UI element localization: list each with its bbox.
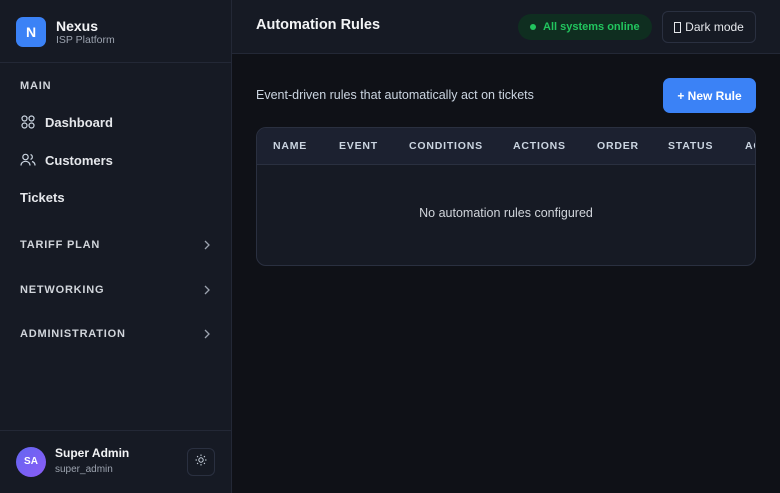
sun-icon bbox=[195, 453, 207, 471]
column-header-actions-truncated[interactable]: AC bbox=[745, 140, 755, 152]
column-header-conditions[interactable]: CONDITIONS bbox=[409, 140, 483, 152]
brand-name: Nexus bbox=[56, 18, 99, 34]
table-header: NAME EVENT CONDITIONS ACTIONS ORDER STAT… bbox=[257, 128, 755, 165]
sidebar-group-label: ADMINISTRATION bbox=[20, 328, 126, 340]
sidebar-item-dashboard[interactable]: Dashboard bbox=[20, 114, 113, 130]
user-handle: super_admin bbox=[55, 464, 113, 475]
column-header-event[interactable]: EVENT bbox=[339, 140, 378, 152]
sidebar: N Nexus ISP Platform MAIN Dashboard Cust… bbox=[0, 0, 232, 493]
rules-table: NAME EVENT CONDITIONS ACTIONS ORDER STAT… bbox=[256, 127, 756, 266]
dark-mode-button[interactable]: Dark mode bbox=[662, 11, 756, 43]
top-bar: Automation Rules All systems online Dark… bbox=[232, 0, 780, 54]
column-header-order[interactable]: ORDER bbox=[597, 140, 639, 152]
sidebar-group-label: NETWORKING bbox=[20, 284, 105, 296]
column-header-actions[interactable]: ACTIONS bbox=[513, 140, 566, 152]
users-icon bbox=[20, 152, 36, 168]
empty-state-message: No automation rules configured bbox=[419, 206, 593, 220]
brand: N Nexus ISP Platform bbox=[16, 17, 115, 47]
chevron-right-icon bbox=[202, 240, 212, 250]
theme-toggle-button[interactable] bbox=[187, 448, 215, 476]
user-name: Super Admin bbox=[55, 446, 130, 460]
status-badge: All systems online bbox=[518, 14, 652, 40]
sidebar-item-tickets[interactable]: Tickets bbox=[20, 190, 65, 205]
chevron-right-icon bbox=[202, 285, 212, 295]
dark-mode-label: Dark mode bbox=[685, 20, 744, 34]
missing-glyph-icon bbox=[674, 21, 682, 33]
sidebar-footer-divider bbox=[0, 430, 231, 431]
sidebar-item-customers[interactable]: Customers bbox=[20, 152, 113, 168]
brand-logo: N bbox=[16, 17, 46, 47]
page-description: Event-driven rules that automatically ac… bbox=[256, 88, 534, 102]
new-rule-button[interactable]: + New Rule bbox=[663, 78, 756, 113]
sidebar-item-label: Dashboard bbox=[45, 114, 113, 130]
sidebar-group-tariff-plan[interactable]: TARIFF PLAN bbox=[20, 239, 212, 251]
sidebar-group-label: TARIFF PLAN bbox=[20, 239, 101, 251]
chevron-right-icon bbox=[202, 329, 212, 339]
section-label-main: MAIN bbox=[20, 80, 52, 92]
sidebar-divider bbox=[0, 62, 231, 63]
brand-subtitle: ISP Platform bbox=[56, 34, 115, 46]
page-title: Automation Rules bbox=[256, 17, 381, 33]
sidebar-item-label: Tickets bbox=[20, 190, 65, 205]
avatar: SA bbox=[16, 446, 46, 477]
sidebar-item-label: Customers bbox=[45, 152, 113, 168]
status-dot-icon bbox=[530, 24, 536, 30]
column-header-status[interactable]: STATUS bbox=[668, 140, 713, 152]
sidebar-group-administration[interactable]: ADMINISTRATION bbox=[20, 328, 212, 340]
status-text: All systems online bbox=[543, 21, 640, 33]
sidebar-group-networking[interactable]: NETWORKING bbox=[20, 284, 212, 296]
grid-icon bbox=[20, 114, 36, 130]
column-header-name[interactable]: NAME bbox=[273, 140, 307, 152]
user-profile[interactable]: SA Super Admin super_admin bbox=[16, 446, 129, 477]
